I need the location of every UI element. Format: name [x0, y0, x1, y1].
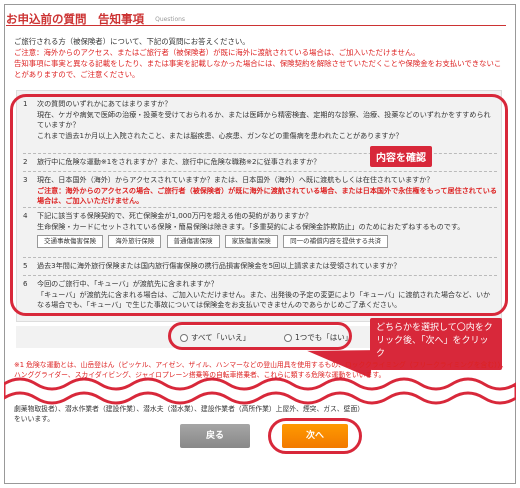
- next-button[interactable]: 次へ: [282, 424, 348, 448]
- action-buttons: 戻る 次へ: [0, 418, 520, 454]
- footnote-line: 劇薬物取扱者）、潜水作業者（建設作業）、潜水夫（潜水業）、建設作業者（高所作業）…: [14, 405, 365, 413]
- intro-text: ご旅行される方（被保険者）について、下記の質問にお答えください。 ご注意：海外か…: [14, 36, 504, 80]
- intro-warning-2: 告知事項に事実と異なる記載をしたり、または事実を記載しなかった場合には、保険契約…: [14, 59, 502, 79]
- section-header: お申込前の質問 告知事項 Questions: [6, 8, 506, 26]
- page-subtitle: Questions: [155, 16, 186, 23]
- back-button[interactable]: 戻る: [180, 424, 250, 448]
- page-title: お申込前の質問 告知事項: [6, 12, 144, 26]
- intro-line: ご旅行される方（被保険者）について、下記の質問にお答えください。: [14, 37, 250, 46]
- confirm-content-label: 内容を確認: [370, 146, 432, 167]
- questions-highlight: [10, 94, 508, 316]
- intro-warning: ご注意：海外からのアクセス、またはご旅行者（被保険者）が既に海外に渡航されている…: [14, 48, 420, 57]
- page-break-wave: [4, 377, 516, 405]
